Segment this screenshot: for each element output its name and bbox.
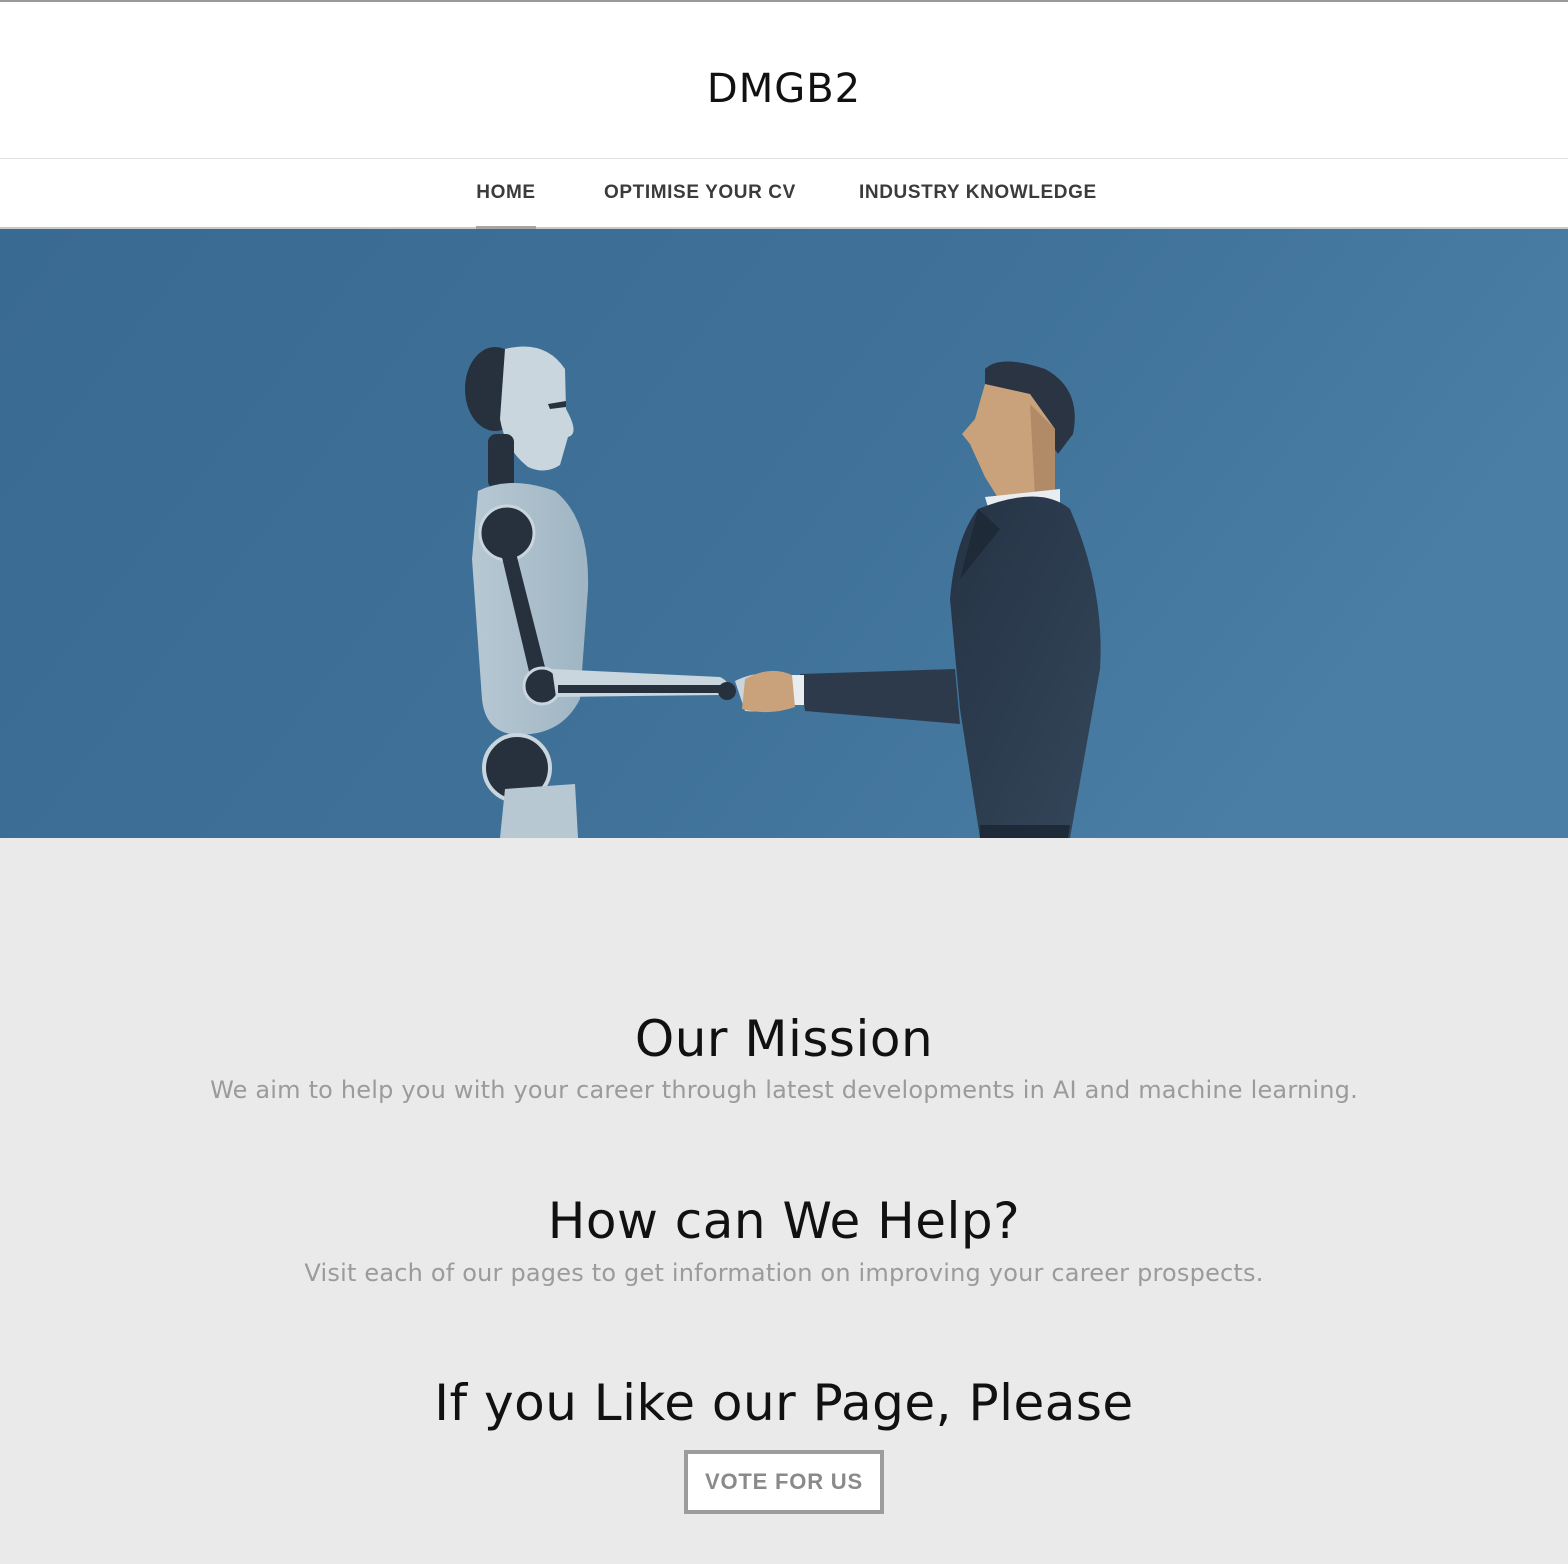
help-heading: How can We Help?	[547, 1192, 1021, 1250]
site-title[interactable]: DMGB2	[0, 66, 1568, 112]
hero-banner	[0, 229, 1568, 838]
mission-heading: Our Mission	[634, 1010, 934, 1068]
like-heading: If you Like our Page, Please	[434, 1374, 1134, 1432]
nav-item-home-label: HOME	[476, 182, 536, 203]
main-nav: HOME OPTIMISE YOUR CV INDUSTRY KNOWLEDGE	[0, 159, 1568, 231]
nav-item-industry-knowledge[interactable]: INDUSTRY KNOWLEDGE	[859, 159, 1096, 229]
nav-item-optimise-your-cv-label: OPTIMISE YOUR CV	[604, 182, 796, 203]
site-header: DMGB2	[0, 2, 1568, 159]
mission-text: We aim to help you with your career thro…	[210, 1076, 1358, 1104]
hero-illustration	[0, 229, 1568, 838]
help-text: Visit each of our pages to get informati…	[304, 1259, 1264, 1287]
nav-item-optimise-your-cv[interactable]: OPTIMISE YOUR CV	[604, 159, 795, 229]
main-content: Our Mission We aim to help you with your…	[0, 838, 1568, 1564]
nav-item-home[interactable]: HOME	[476, 159, 536, 231]
vote-for-us-button[interactable]: VOTE FOR US	[684, 1450, 884, 1514]
nav-item-industry-knowledge-label: INDUSTRY KNOWLEDGE	[859, 182, 1097, 203]
